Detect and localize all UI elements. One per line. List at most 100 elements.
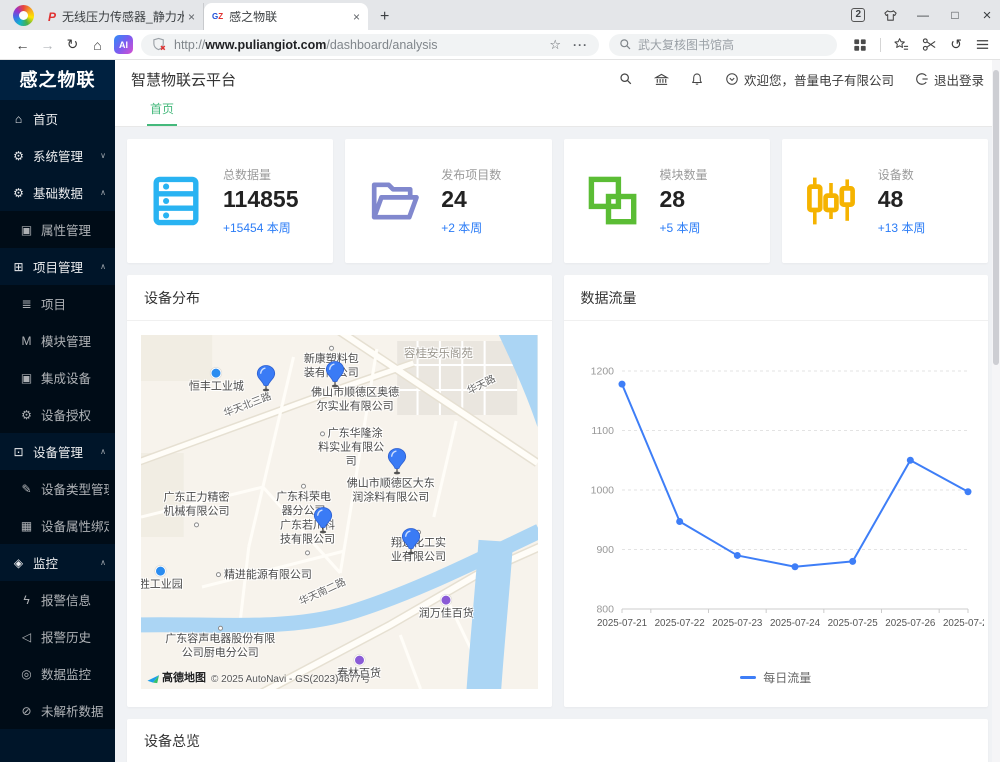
forward-button[interactable]: → <box>35 37 60 53</box>
svg-text:900: 900 <box>596 544 614 556</box>
tab-title: 感之物联 <box>229 8 349 25</box>
stat-label: 模块数量 <box>660 166 708 183</box>
bell-icon[interactable] <box>690 72 704 86</box>
panel-title: 设备总览 <box>127 719 988 762</box>
more-actions-icon[interactable]: ··· <box>573 38 588 52</box>
divider <box>880 38 881 52</box>
maximize-button[interactable]: □ <box>948 8 962 22</box>
stat-value: 24 <box>441 187 501 212</box>
sidebar-item-monitoring[interactable]: ◈监控∧ <box>0 544 115 581</box>
tab-title: 无线压力传感器_静力水准仪_ <box>62 8 184 25</box>
close-button[interactable]: × <box>980 7 994 24</box>
stat-card-devices: 设备数48+13 本周 <box>782 139 988 263</box>
sidebar-item-device-attribute-binding[interactable]: ▦设备属性绑定 <box>0 507 115 544</box>
sidebar-item-device-type-management[interactable]: ✎设备类型管理 <box>0 470 115 507</box>
sidebar-item-project[interactable]: ≣项目 <box>0 285 115 322</box>
browser-logo-icon[interactable] <box>13 5 34 26</box>
tag-icon: ◈ <box>11 556 26 570</box>
poi-dot-icon <box>194 522 199 527</box>
grid-icon: ⊞ <box>11 260 26 274</box>
device-marker-icon[interactable] <box>255 364 276 397</box>
poi-dot-icon <box>218 626 223 631</box>
address-bar[interactable]: http://www.puliangiot.com/dashboard/anal… <box>141 34 599 56</box>
back-button[interactable]: ← <box>10 37 35 53</box>
page-scrollbar[interactable] <box>992 60 1000 762</box>
tab-close-icon[interactable]: × <box>353 10 360 24</box>
theme-shirt-icon[interactable] <box>883 8 898 23</box>
new-tab-button[interactable]: + <box>380 8 389 26</box>
window-controls: 2 — □ × <box>851 0 994 30</box>
sidebar-item-device-management[interactable]: ⊡设备管理∧ <box>0 433 115 470</box>
favorites-icon[interactable] <box>894 37 909 52</box>
sidebar-item-unparsed-data[interactable]: ⊘未解析数据 <box>0 692 115 729</box>
sidebar-item-label: 模块管理 <box>41 331 91 350</box>
header-search-icon[interactable] <box>619 72 633 86</box>
traffic-chart-panel: 数据流量 8009001000110012002025-07-212025-07… <box>564 275 989 707</box>
sidebar-item-alarm-info[interactable]: ϟ报警信息 <box>0 581 115 618</box>
svg-text:2025-07-21: 2025-07-21 <box>597 618 647 629</box>
undo-history-icon[interactable]: ↺ <box>950 36 962 53</box>
map-poi-label: 润万佳百货 <box>419 594 474 621</box>
page-tabstrip: 首页 <box>115 98 1000 127</box>
sidebar-item-system-management[interactable]: ⚙系统管理∨ <box>0 137 115 174</box>
pen-icon: ✎ <box>19 482 34 496</box>
apps-grid-icon[interactable] <box>853 38 867 52</box>
url-host: www.puliangiot.com <box>205 38 326 52</box>
bookmark-star-icon[interactable]: ☆ <box>549 37 561 53</box>
home-button[interactable]: ⌂ <box>85 37 110 53</box>
modules-icon <box>586 174 640 228</box>
amap-logo[interactable]: 高德地图 <box>147 669 206 685</box>
map-label-text: 广东华隆涂料实业有限公司 <box>318 428 384 468</box>
menu-icon[interactable] <box>975 37 990 52</box>
sidebar-item-home[interactable]: ⌂首页 <box>0 100 115 137</box>
panel-title: 数据流量 <box>564 275 989 321</box>
bank-icon[interactable] <box>654 72 669 87</box>
device-marker-icon[interactable] <box>386 447 407 480</box>
sidebar-item-device-authorization[interactable]: ⚙设备授权 <box>0 396 115 433</box>
chart-legend[interactable]: 每日流量 <box>740 669 811 686</box>
sidebar-item-alarm-history[interactable]: ◁报警历史 <box>0 618 115 655</box>
svg-text:2025-07-25: 2025-07-25 <box>827 618 878 629</box>
device-marker-icon[interactable] <box>325 360 346 393</box>
browser-tab-ganzhi[interactable]: GZ 感之物联 × <box>204 3 368 30</box>
sidebar-item-project-management[interactable]: ⊞项目管理∧ <box>0 248 115 285</box>
sidebar-item-basic-data[interactable]: ⚙基础数据∧ <box>0 174 115 211</box>
search-box[interactable]: 武大复核图书馆高 <box>609 34 837 56</box>
map-poi-label: 胜工业园 <box>141 566 183 593</box>
user-welcome[interactable]: 欢迎您，普量电子有限公司 <box>725 70 894 89</box>
screenshot-scissors-icon[interactable] <box>922 37 937 52</box>
svg-text:2025-07-26: 2025-07-26 <box>885 618 936 629</box>
sidebar-item-label: 数据监控 <box>41 664 91 683</box>
device-map-panel: 设备分布 <box>127 275 552 707</box>
app-logo[interactable]: 感之物联 <box>0 60 115 100</box>
speaker-icon: ◁ <box>19 630 34 644</box>
map-label-text: 恒丰工业城 <box>189 381 244 393</box>
device-marker-icon[interactable] <box>313 506 334 539</box>
stat-card-modules: 模块数量28+5 本周 <box>564 139 770 263</box>
sidebar-item-module-management[interactable]: M 模块管理 <box>0 322 115 359</box>
reload-button[interactable]: ↻ <box>60 36 85 53</box>
logout-button[interactable]: 退出登录 <box>915 70 984 89</box>
sidebar-item-label: 设备授权 <box>41 405 91 424</box>
folder-icon <box>367 174 421 228</box>
ai-assistant-button[interactable]: AI <box>114 35 133 54</box>
stat-cards: 总数据量114855+15454 本周发布项目数24+2 本周模块数量28+5 … <box>127 139 988 263</box>
tab-home[interactable]: 首页 <box>147 100 177 126</box>
sidebar-nav: ⌂首页⚙系统管理∨⚙基础数据∧▣属性管理⊞项目管理∧≣项目 M 模块管理 ▣集成设备⚙… <box>0 100 115 729</box>
device-marker-icon[interactable] <box>400 527 421 560</box>
scrollbar-thumb[interactable] <box>993 70 999 365</box>
m-icon: M <box>19 334 34 348</box>
shield-insecure-icon[interactable] <box>152 37 167 52</box>
map-canvas[interactable]: 新康塑料包装有限公司容桂安乐阁苑恒丰工业城华天北三路佛山市顺德区奥德尔实业有限公… <box>141 335 538 689</box>
sidebar: 感之物联 ⌂首页⚙系统管理∨⚙基础数据∧▣属性管理⊞项目管理∧≣项目 M 模块管理 ▣… <box>0 60 115 762</box>
browser-tab-sensor[interactable]: P 无线压力传感器_静力水准仪_ × <box>40 3 204 30</box>
stat-value: 114855 <box>223 187 298 212</box>
minimize-button[interactable]: — <box>916 8 930 22</box>
main-area: 智慧物联云平台 欢迎您，普量电子有限公司 退出登录 首页 <box>115 60 1000 762</box>
sidebar-item-data-monitoring[interactable]: ◎数据监控 <box>0 655 115 692</box>
tab-close-icon[interactable]: × <box>188 10 195 24</box>
sidebar-item-integrated-device[interactable]: ▣集成设备 <box>0 359 115 396</box>
sidebar-item-attribute-management[interactable]: ▣属性管理 <box>0 211 115 248</box>
tab-count-badge[interactable]: 2 <box>851 8 865 22</box>
map-poi-label: 广东华隆涂料实业有限公司 <box>317 428 385 469</box>
